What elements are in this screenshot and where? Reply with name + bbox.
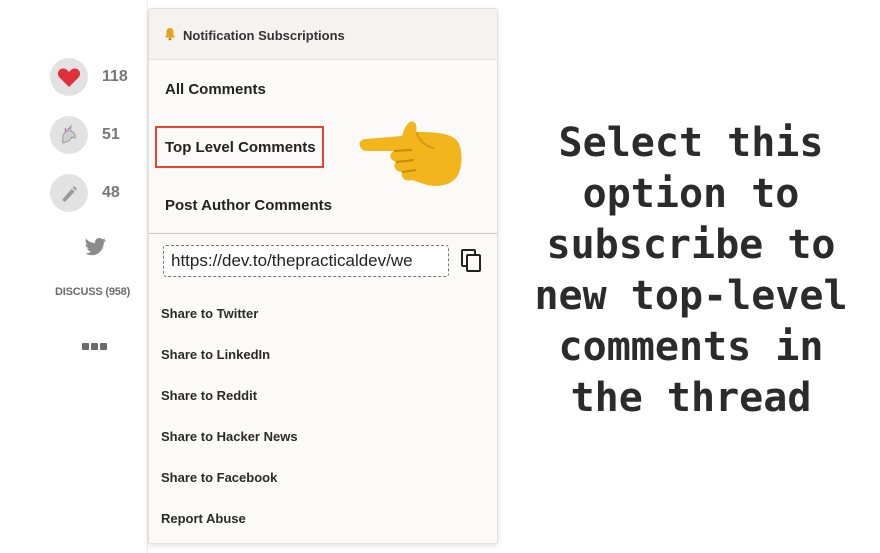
page: 118 51 48 DISCUSS (958) Notification Sub… xyxy=(0,0,880,553)
bell-icon xyxy=(165,28,175,41)
annotation-line: new top-level xyxy=(534,273,848,319)
unicorn-reaction[interactable]: 51 xyxy=(50,116,132,154)
share-reddit-link[interactable]: Share to Reddit xyxy=(161,388,257,403)
twitter-icon[interactable] xyxy=(82,234,108,260)
share-dropdown-menu: Notification Subscriptions All Comments … xyxy=(148,8,498,544)
bookmark-count: 48 xyxy=(102,184,120,201)
more-options-icon[interactable] xyxy=(82,337,110,350)
share-twitter-link[interactable]: Share to Twitter xyxy=(161,306,258,321)
bookmark-reaction[interactable]: 48 xyxy=(50,174,132,212)
heart-count: 118 xyxy=(102,68,128,85)
all-comments-option[interactable]: All Comments xyxy=(165,81,266,98)
unicorn-reaction-button[interactable] xyxy=(50,116,88,154)
unicorn-icon xyxy=(62,124,76,144)
bookmark-icon xyxy=(62,186,77,202)
annotation-line: comments in xyxy=(558,324,824,370)
article-url-field[interactable]: https://dev.to/thepracticaldev/we xyxy=(163,245,449,277)
heart-reaction-button[interactable] xyxy=(50,58,88,96)
post-author-comments-option[interactable]: Post Author Comments xyxy=(165,197,332,214)
pointing-hand-icon xyxy=(359,121,462,186)
heart-icon xyxy=(57,68,81,87)
annotation-line: the thread xyxy=(570,375,812,421)
annotation-line: option to xyxy=(582,171,800,217)
copy-icon[interactable] xyxy=(461,249,483,273)
reaction-sidebar: 118 51 48 DISCUSS (958) xyxy=(0,0,148,553)
bookmark-reaction-button[interactable] xyxy=(50,174,88,212)
annotation-line: Select this xyxy=(558,120,824,166)
share-hacker-news-link[interactable]: Share to Hacker News xyxy=(161,429,298,444)
share-linkedin-link[interactable]: Share to LinkedIn xyxy=(161,347,270,362)
share-facebook-link[interactable]: Share to Facebook xyxy=(161,470,277,485)
menu-separator xyxy=(149,233,497,234)
discuss-link[interactable]: DISCUSS (958) xyxy=(55,286,130,298)
unicorn-count: 51 xyxy=(102,126,120,143)
annotation-line: subscribe to xyxy=(546,222,836,268)
report-abuse-link[interactable]: Report Abuse xyxy=(161,511,246,526)
annotation-text: Select this option to subscribe to new t… xyxy=(512,118,870,424)
menu-header: Notification Subscriptions xyxy=(149,9,497,60)
heart-reaction[interactable]: 118 xyxy=(50,58,132,96)
top-level-comments-option[interactable]: Top Level Comments xyxy=(165,139,316,156)
menu-title: Notification Subscriptions xyxy=(183,28,345,43)
